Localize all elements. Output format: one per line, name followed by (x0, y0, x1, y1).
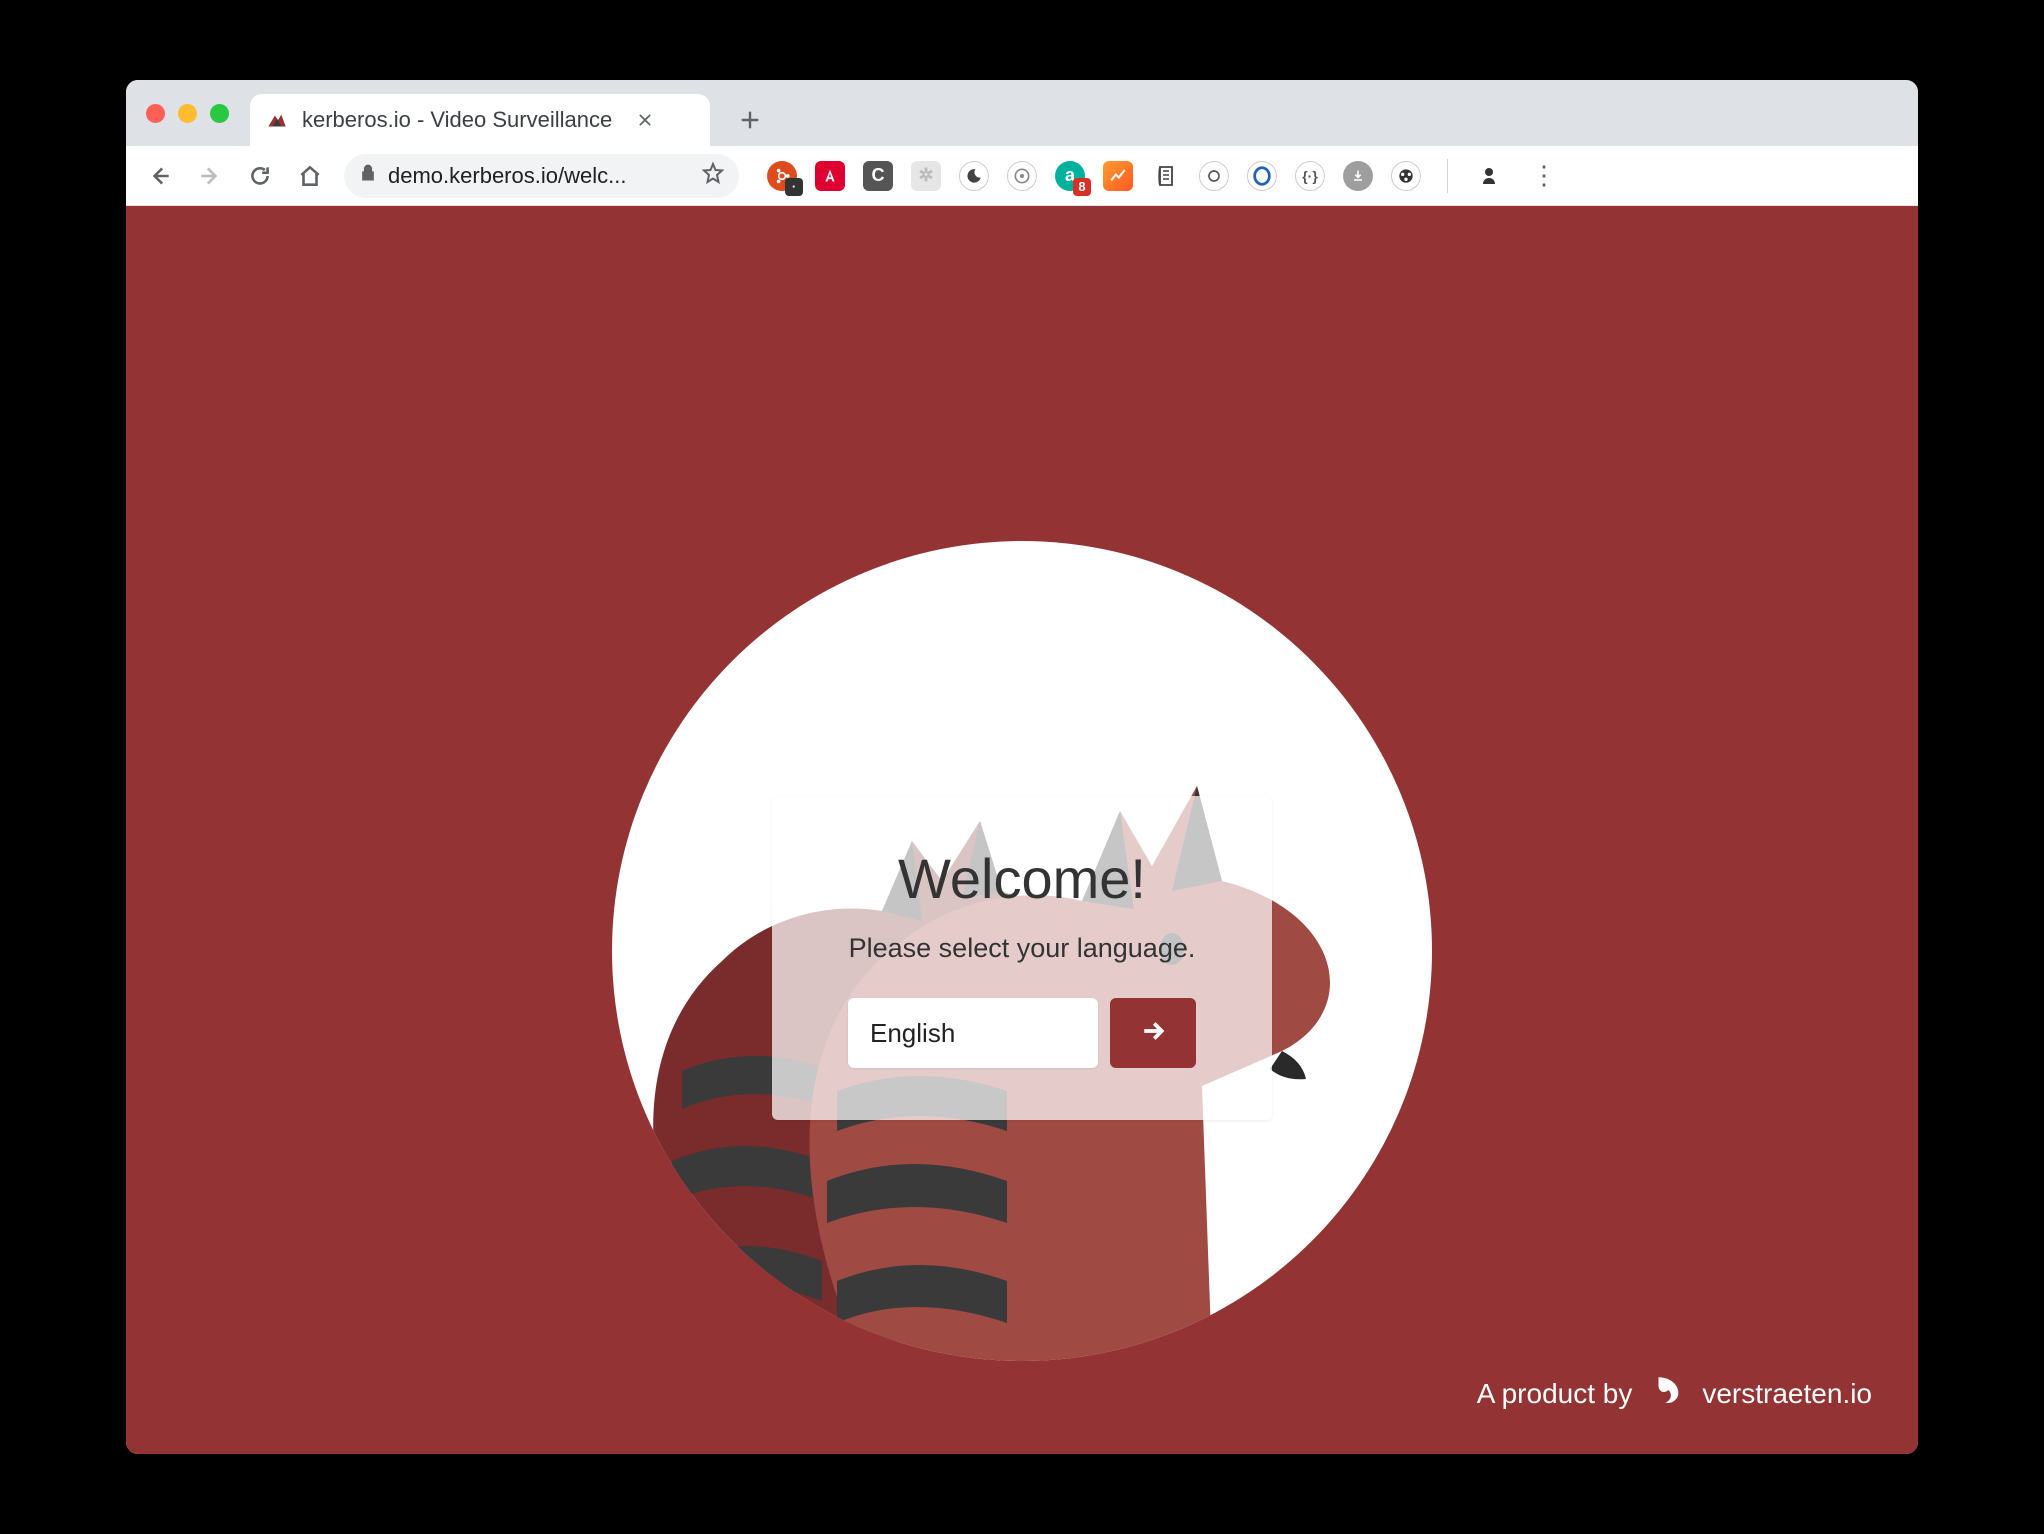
welcome-title: Welcome! (820, 846, 1224, 911)
window-maximize-button[interactable] (210, 104, 229, 123)
footer-prefix: A product by (1477, 1378, 1633, 1410)
welcome-subtitle: Please select your language. (820, 933, 1224, 964)
extension-profile-icon[interactable] (1474, 161, 1504, 191)
footer-brand-logo-icon (1650, 1373, 1684, 1414)
extension-refresh-icon[interactable] (1199, 161, 1229, 191)
extension-opera-icon[interactable] (1247, 161, 1277, 191)
extension-notebook-icon[interactable] (1151, 161, 1181, 191)
browser-toolbar: demo.kerberos.io/welc... · C ✲ (126, 146, 1918, 206)
nav-reload-button[interactable] (238, 154, 282, 198)
extension-snowflake-icon[interactable]: ✲ (911, 161, 941, 191)
extension-avast-badge: 8 (1073, 178, 1091, 196)
tab-title: kerberos.io - Video Surveillance (302, 107, 612, 133)
footer-credit: A product by verstraeten.io (1477, 1373, 1872, 1414)
page-viewport: Welcome! Please select your language. En… (126, 206, 1918, 1454)
lock-icon (358, 163, 378, 189)
new-tab-button[interactable] (728, 98, 772, 142)
window-traffic-lights (146, 104, 229, 123)
language-select-value: English (870, 1018, 955, 1049)
extension-film-icon[interactable] (1391, 161, 1421, 191)
tab-favicon-icon (264, 107, 290, 133)
window-close-button[interactable] (146, 104, 165, 123)
extension-ubuntu-icon[interactable]: · (767, 161, 797, 191)
extension-row: · C ✲ a8 (767, 159, 1566, 193)
language-select[interactable]: English (848, 998, 1098, 1068)
nav-home-button[interactable] (288, 154, 332, 198)
extension-moon-icon[interactable] (959, 161, 989, 191)
extension-angular-icon[interactable] (815, 161, 845, 191)
arrow-right-icon (1138, 1016, 1168, 1051)
extension-divider (1447, 159, 1448, 193)
language-continue-button[interactable] (1110, 998, 1196, 1068)
browser-tab[interactable]: kerberos.io - Video Surveillance (250, 94, 710, 146)
welcome-card: Welcome! Please select your language. En… (772, 796, 1272, 1120)
address-bar[interactable]: demo.kerberos.io/welc... (344, 154, 739, 198)
extension-avast-icon[interactable]: a8 (1055, 161, 1085, 191)
nav-forward-button[interactable] (188, 154, 232, 198)
extension-c-icon[interactable]: C (863, 161, 893, 191)
tab-strip: kerberos.io - Video Surveillance (126, 80, 1918, 146)
window-minimize-button[interactable] (178, 104, 197, 123)
browser-window: kerberos.io - Video Surveillance (126, 80, 1918, 1454)
extension-target-icon[interactable] (1007, 161, 1037, 191)
url-text: demo.kerberos.io/welc... (388, 163, 691, 189)
footer-brand-text[interactable]: verstraeten.io (1702, 1378, 1872, 1410)
browser-menu-button[interactable]: ⋮ (1522, 160, 1566, 191)
extension-analytics-icon[interactable] (1103, 161, 1133, 191)
extension-brackets-icon[interactable]: {·} (1295, 161, 1325, 191)
nav-back-button[interactable] (138, 154, 182, 198)
tab-close-icon[interactable] (634, 109, 656, 131)
bookmark-star-icon[interactable] (701, 161, 725, 191)
extension-download-icon[interactable] (1343, 161, 1373, 191)
